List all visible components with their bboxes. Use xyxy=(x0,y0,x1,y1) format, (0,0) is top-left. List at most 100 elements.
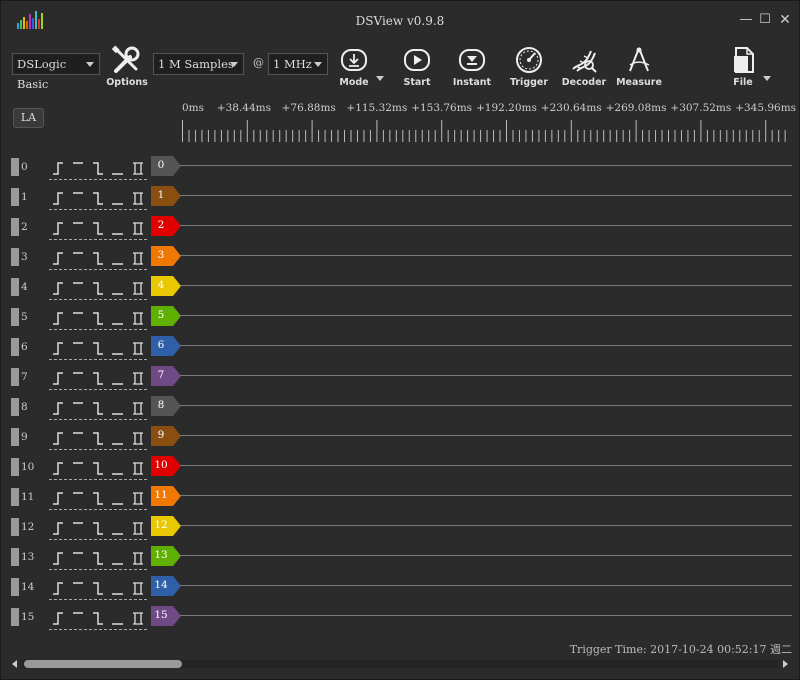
channel-tag[interactable]: 3 xyxy=(151,246,181,266)
channel-tag[interactable]: 12 xyxy=(151,516,181,536)
trigger-condition-icons[interactable] xyxy=(49,338,147,360)
sample-rate-select[interactable]: 1 MHz xyxy=(268,53,328,75)
samples-select-value: 1 M Samples xyxy=(158,57,234,71)
channel-enable-checkbox[interactable] xyxy=(11,158,19,176)
scroll-right-icon[interactable] xyxy=(783,660,788,668)
channel-tag[interactable]: 10 xyxy=(151,456,181,476)
samples-select[interactable]: 1 M Samples xyxy=(153,53,244,75)
device-select-value: DSLogic Basic xyxy=(17,57,67,91)
channel-enable-checkbox[interactable] xyxy=(11,188,19,206)
channel-tag[interactable]: 11 xyxy=(151,486,181,506)
trigger-condition-icons[interactable] xyxy=(49,518,147,540)
instant-button[interactable]: Instant xyxy=(444,45,500,91)
trigger-condition-icons[interactable] xyxy=(49,188,147,210)
channel-enable-checkbox[interactable] xyxy=(11,548,19,566)
channel-row: 11 11 xyxy=(0,480,800,510)
channel-enable-checkbox[interactable] xyxy=(11,458,19,476)
mode-button[interactable]: Mode xyxy=(326,45,384,91)
minimize-button[interactable]: — xyxy=(738,12,754,28)
trigger-condition-icons[interactable] xyxy=(49,608,147,630)
channel-tag[interactable]: 2 xyxy=(151,216,181,236)
channel-number: 6 xyxy=(21,341,28,353)
channel-number: 13 xyxy=(21,551,35,563)
channel-enable-checkbox[interactable] xyxy=(11,578,19,596)
file-button[interactable]: File xyxy=(715,45,771,91)
options-button[interactable]: Options xyxy=(99,45,155,91)
channel-trace xyxy=(180,285,792,286)
channel-tag-label: 15 xyxy=(154,609,168,621)
channel-enable-checkbox[interactable] xyxy=(11,518,19,536)
channel-enable-checkbox[interactable] xyxy=(11,368,19,386)
channel-tag[interactable]: 14 xyxy=(151,576,181,596)
sample-rate-select-value: 1 MHz xyxy=(273,57,312,71)
channel-number: 8 xyxy=(21,401,28,413)
channel-enable-checkbox[interactable] xyxy=(11,608,19,626)
trigger-condition-icons[interactable] xyxy=(49,458,147,480)
channel-trace xyxy=(180,465,792,466)
trigger-condition-icons[interactable] xyxy=(49,548,147,570)
channel-trace xyxy=(180,435,792,436)
title-bar: DSView v0.9.8 — ☐ ✕ xyxy=(0,0,800,42)
at-label: @ xyxy=(253,56,264,69)
channel-enable-checkbox[interactable] xyxy=(11,428,19,446)
channel-number: 7 xyxy=(21,371,28,383)
trigger-condition-icons[interactable] xyxy=(49,308,147,330)
channel-row: 12 12 xyxy=(0,510,800,540)
channel-trace xyxy=(180,555,792,556)
channel-enable-checkbox[interactable] xyxy=(11,218,19,236)
channel-tag[interactable]: 1 xyxy=(151,186,181,206)
trigger-condition-icons[interactable] xyxy=(49,158,147,180)
channel-tag[interactable]: 0 xyxy=(151,156,181,176)
decoder-button[interactable]: Decoder xyxy=(556,45,612,91)
channel-trace xyxy=(180,615,792,616)
trigger-button[interactable]: Trigger xyxy=(501,45,557,91)
toolbar: DSLogic Basic Options 1 M Samples @ 1 MH… xyxy=(0,42,800,94)
measure-button[interactable]: Measure xyxy=(611,45,667,91)
channel-tag[interactable]: 9 xyxy=(151,426,181,446)
channel-enable-checkbox[interactable] xyxy=(11,308,19,326)
channel-tag[interactable]: 4 xyxy=(151,276,181,296)
channel-number: 11 xyxy=(21,491,35,503)
options-label: Options xyxy=(106,77,148,88)
channel-tag[interactable]: 15 xyxy=(151,606,181,626)
horizontal-scrollbar[interactable] xyxy=(8,657,792,671)
scroll-left-icon[interactable] xyxy=(12,660,17,668)
channel-enable-checkbox[interactable] xyxy=(11,278,19,296)
channel-tag[interactable]: 7 xyxy=(151,366,181,386)
trigger-condition-icons[interactable] xyxy=(49,278,147,300)
trigger-condition-icons[interactable] xyxy=(49,368,147,390)
trigger-condition-icons[interactable] xyxy=(49,578,147,600)
trigger-condition-icons[interactable] xyxy=(49,248,147,270)
channel-tag[interactable]: 13 xyxy=(151,546,181,566)
channel-tag[interactable]: 5 xyxy=(151,306,181,326)
channel-tag[interactable]: 8 xyxy=(151,396,181,416)
channel-enable-checkbox[interactable] xyxy=(11,338,19,356)
channel-enable-checkbox[interactable] xyxy=(11,398,19,416)
chevron-down-icon xyxy=(230,62,238,67)
channel-row: 44 xyxy=(0,270,800,300)
maximize-button[interactable]: ☐ xyxy=(757,12,773,28)
channel-tag[interactable]: 6 xyxy=(151,336,181,356)
channel-number: 10 xyxy=(21,461,35,473)
trigger-condition-icons[interactable] xyxy=(49,398,147,420)
close-button[interactable]: ✕ xyxy=(777,12,793,28)
trigger-condition-icons[interactable] xyxy=(49,218,147,240)
channel-number: 4 xyxy=(21,281,28,293)
la-button[interactable]: LA xyxy=(13,108,44,128)
channel-tag-label: 0 xyxy=(157,159,165,171)
dna-icon xyxy=(572,50,597,73)
scroll-thumb[interactable] xyxy=(24,660,182,668)
trigger-condition-icons[interactable] xyxy=(49,428,147,450)
channel-number: 1 xyxy=(21,191,28,203)
channel-enable-checkbox[interactable] xyxy=(11,488,19,506)
channel-tag-label: 10 xyxy=(154,459,168,471)
trigger-condition-icons[interactable] xyxy=(49,488,147,510)
channel-number: 9 xyxy=(21,431,28,443)
play-icon xyxy=(404,49,430,71)
channel-row: 22 xyxy=(0,210,800,240)
channel-enable-checkbox[interactable] xyxy=(11,248,19,266)
device-select[interactable]: DSLogic Basic xyxy=(12,53,100,91)
start-button[interactable]: Start xyxy=(389,45,445,91)
time-ruler[interactable]: 0ms +38.44ms +76.88ms +115.32ms +153.76ms +19… xyxy=(182,96,796,146)
channel-row: 33 xyxy=(0,240,800,270)
